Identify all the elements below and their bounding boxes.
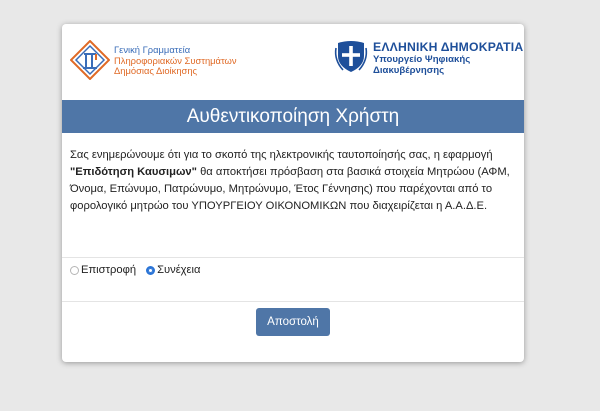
consent-options: Επιστροφή Συνέχεια — [70, 264, 211, 276]
consent-text-part-1: Σας ενημερώνουμε ότι για το σκοπό της ηλ… — [70, 149, 493, 161]
gov-logo: ΕΛΛΗΝΙΚΗ ΔΗΜΟΚΡΑΤΙΑ Υπουργείο Ψηφιακής Δ… — [333, 38, 523, 76]
page-title: Αυθεντικοποίηση Χρήστη — [62, 100, 524, 133]
ggps-line-1: Γενική Γραμματεία — [114, 44, 191, 55]
ggps-line-3: Δημόσιας Διοίκησης — [114, 65, 198, 76]
back-radio[interactable] — [70, 265, 79, 275]
continue-option[interactable]: Συνέχεια — [146, 264, 201, 276]
divider-top — [62, 257, 524, 258]
back-option[interactable]: Επιστροφή — [70, 264, 136, 276]
continue-option-label: Συνέχεια — [157, 264, 201, 276]
gov-logo-text: ΕΛΛΗΝΙΚΗ ΔΗΜΟΚΡΑΤΙΑ Υπουργείο Ψηφιακής Δ… — [373, 40, 523, 76]
consent-text: Σας ενημερώνουμε ότι για το σκοπό της ηλ… — [70, 147, 516, 215]
divider-bottom — [62, 301, 524, 302]
back-option-label: Επιστροφή — [81, 264, 137, 276]
auth-card: Γενική Γραμματεία Πληροφοριακών Συστημάτ… — [62, 24, 524, 362]
gov-subtitle-1: Υπουργείο Ψηφιακής — [373, 54, 471, 65]
ggps-logo-icon — [70, 40, 110, 80]
gov-title: ΕΛΛΗΝΙΚΗ ΔΗΜΟΚΡΑΤΙΑ — [373, 40, 524, 54]
ggps-logo: Γενική Γραμματεία Πληροφοριακών Συστημάτ… — [70, 40, 237, 80]
continue-radio[interactable] — [146, 265, 156, 275]
ggps-logo-text: Γενική Γραμματεία Πληροφοριακών Συστημάτ… — [114, 44, 237, 77]
submit-button[interactable]: Αποστολή — [256, 308, 330, 336]
logo-header: Γενική Γραμματεία Πληροφοριακών Συστημάτ… — [62, 24, 524, 100]
gov-subtitle-2: Διακυβέρνησης — [373, 65, 445, 76]
greek-emblem-icon — [334, 41, 368, 72]
app-name: "Επιδότηση Καυσιμων" — [70, 166, 197, 178]
